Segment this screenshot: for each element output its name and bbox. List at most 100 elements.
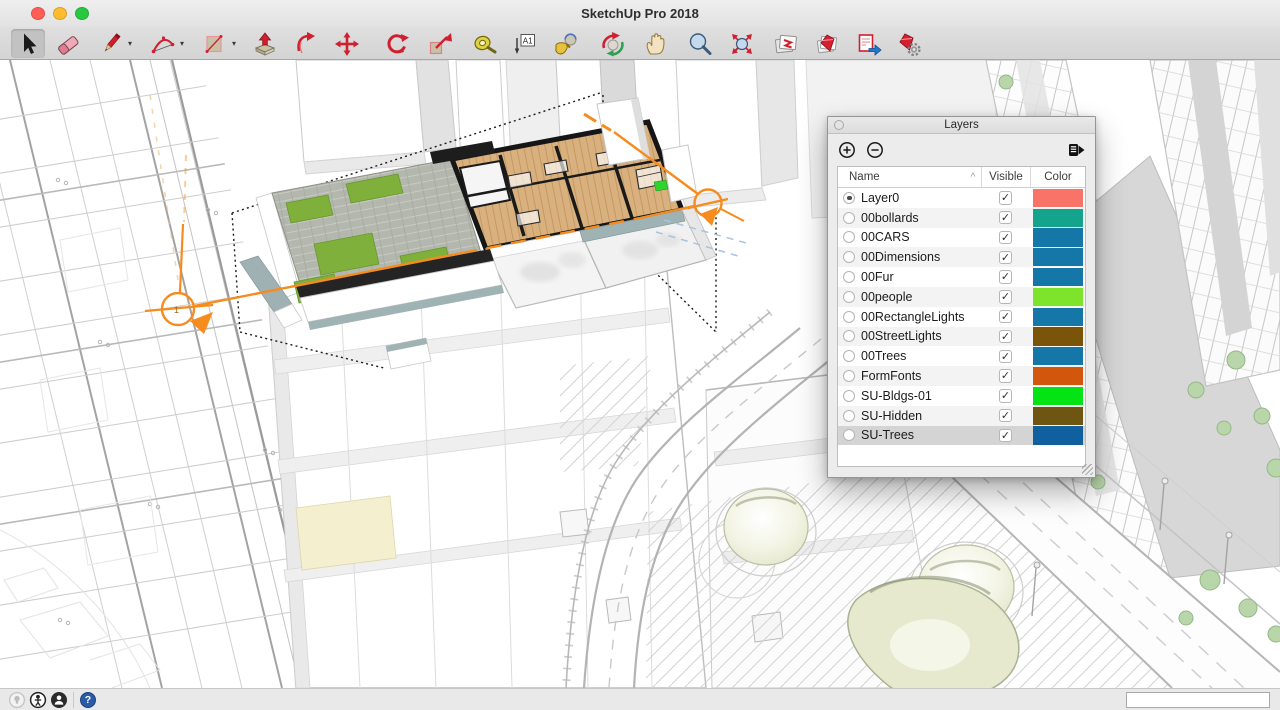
layer-visible-checkbox[interactable]: ✓ bbox=[999, 409, 1013, 423]
remove-layer-button[interactable] bbox=[866, 141, 884, 159]
layer-color-swatch[interactable] bbox=[1033, 387, 1083, 405]
tool-followme-button[interactable] bbox=[290, 29, 324, 58]
layer-row[interactable]: Layer0 ✓ bbox=[838, 188, 1085, 208]
layer-visible-checkbox[interactable]: ✓ bbox=[999, 191, 1013, 205]
dropdown-caret-icon[interactable]: ▾ bbox=[125, 39, 135, 48]
layer-name[interactable]: 00CARS bbox=[855, 230, 981, 244]
layer-color-swatch[interactable] bbox=[1033, 426, 1083, 444]
tool-extension-pages-button[interactable] bbox=[769, 29, 803, 58]
layer-row[interactable]: 00StreetLights✓ bbox=[838, 327, 1085, 347]
layer-active-radio[interactable] bbox=[843, 212, 855, 224]
layer-row[interactable]: 00Fur ✓ bbox=[838, 267, 1085, 287]
user-account-button[interactable] bbox=[50, 691, 68, 709]
layer-active-radio[interactable] bbox=[843, 410, 855, 422]
layer-visible-checkbox[interactable]: ✓ bbox=[999, 290, 1013, 304]
column-header-name[interactable]: Name bbox=[838, 167, 965, 187]
help-button[interactable]: ? bbox=[79, 691, 97, 709]
tool-scale-button[interactable] bbox=[423, 29, 457, 58]
tool-select-button[interactable] bbox=[11, 29, 45, 58]
layer-color-swatch[interactable] bbox=[1033, 367, 1083, 385]
layer-name[interactable]: 00Trees bbox=[855, 349, 981, 363]
layer-visible-checkbox[interactable]: ✓ bbox=[999, 270, 1013, 284]
layer-color-swatch[interactable] bbox=[1033, 327, 1083, 345]
add-layer-button[interactable] bbox=[838, 141, 856, 159]
layer-color-swatch[interactable] bbox=[1033, 228, 1083, 246]
layer-active-radio[interactable] bbox=[843, 271, 855, 283]
layer-row[interactable]: 00Dimensions✓ bbox=[838, 247, 1085, 267]
layer-name[interactable]: 00RectangleLights bbox=[855, 310, 981, 324]
tool-ruby-settings-button[interactable] bbox=[891, 29, 925, 58]
tool-extension-export-button[interactable] bbox=[852, 29, 886, 58]
tool-text-button[interactable]: A1 bbox=[507, 29, 541, 58]
tool-line-button[interactable] bbox=[94, 29, 128, 58]
layer-row[interactable]: 00RectangleLights ✓ bbox=[838, 307, 1085, 327]
layer-row[interactable]: 00people ✓ bbox=[838, 287, 1085, 307]
layer-active-radio[interactable] bbox=[843, 350, 855, 362]
layer-color-swatch[interactable] bbox=[1033, 189, 1083, 207]
tool-orbit-button[interactable] bbox=[596, 29, 630, 58]
layer-name[interactable]: 00Dimensions bbox=[855, 250, 981, 264]
layer-visible-checkbox[interactable]: ✓ bbox=[999, 369, 1013, 383]
tool-extension-gem-button[interactable] bbox=[810, 29, 844, 58]
layer-color-swatch[interactable] bbox=[1033, 209, 1083, 227]
layer-row[interactable]: FormFonts ✓ bbox=[838, 366, 1085, 386]
layer-name[interactable]: FormFonts bbox=[855, 369, 981, 383]
layer-name[interactable]: 00Fur bbox=[855, 270, 981, 284]
layer-color-swatch[interactable] bbox=[1033, 288, 1083, 306]
layer-visible-checkbox[interactable]: ✓ bbox=[999, 389, 1013, 403]
panel-resize-handle[interactable] bbox=[1082, 464, 1093, 475]
layer-visible-checkbox[interactable]: ✓ bbox=[999, 310, 1013, 324]
layer-name[interactable]: 00people bbox=[855, 290, 981, 304]
layer-active-radio[interactable] bbox=[843, 370, 855, 382]
layer-row[interactable]: 00bollards ✓ bbox=[838, 208, 1085, 228]
layer-active-radio[interactable] bbox=[843, 231, 855, 243]
dropdown-caret-icon[interactable]: ▾ bbox=[229, 39, 239, 48]
panel-close-button[interactable] bbox=[834, 120, 844, 130]
layer-visible-checkbox[interactable]: ✓ bbox=[999, 429, 1013, 443]
tool-paint-button[interactable] bbox=[549, 29, 583, 58]
layer-active-radio[interactable] bbox=[843, 291, 855, 303]
tool-eraser-button[interactable] bbox=[51, 29, 85, 58]
tool-rotate-button[interactable] bbox=[380, 29, 414, 58]
measurements-input[interactable] bbox=[1126, 692, 1270, 708]
layer-name[interactable]: Layer0 bbox=[855, 191, 981, 205]
dropdown-caret-icon[interactable]: ▾ bbox=[177, 39, 187, 48]
layer-visible-checkbox[interactable]: ✓ bbox=[999, 211, 1013, 225]
layer-active-radio[interactable] bbox=[843, 429, 855, 441]
layer-detail-menu-button[interactable] bbox=[1068, 143, 1085, 157]
tool-rectangle-button[interactable] bbox=[198, 29, 232, 58]
layer-active-radio[interactable] bbox=[843, 330, 855, 342]
layer-row[interactable]: SU-Trees ✓ bbox=[838, 426, 1085, 446]
layer-color-swatch[interactable] bbox=[1033, 347, 1083, 365]
tool-move-button[interactable] bbox=[330, 29, 364, 58]
tool-zoom-button[interactable] bbox=[683, 29, 717, 58]
layer-row[interactable]: SU-Bldgs-01 ✓ bbox=[838, 386, 1085, 406]
layer-row[interactable]: 00Trees ✓ bbox=[838, 346, 1085, 366]
tool-zoom-extents-button[interactable] bbox=[725, 29, 759, 58]
layer-name[interactable]: SU-Hidden bbox=[855, 409, 981, 423]
tool-arc-button[interactable] bbox=[146, 29, 180, 58]
layer-color-swatch[interactable] bbox=[1033, 248, 1083, 266]
layer-color-swatch[interactable] bbox=[1033, 407, 1083, 425]
tool-pan-button[interactable] bbox=[639, 29, 673, 58]
layer-name[interactable]: 00bollards bbox=[855, 211, 981, 225]
tool-tape-button[interactable] bbox=[468, 29, 502, 58]
layer-active-radio[interactable] bbox=[843, 390, 855, 402]
layer-name[interactable]: SU-Trees bbox=[855, 428, 981, 442]
layer-active-radio[interactable] bbox=[843, 251, 855, 263]
layer-row[interactable]: SU-Hidden ✓ bbox=[838, 406, 1085, 426]
layers-panel-titlebar[interactable]: Layers bbox=[828, 117, 1095, 134]
layer-visible-checkbox[interactable]: ✓ bbox=[999, 231, 1013, 245]
layer-name[interactable]: SU-Bldgs-01 bbox=[855, 389, 981, 403]
layer-active-radio[interactable] bbox=[843, 192, 855, 204]
tool-pushpull-button[interactable] bbox=[248, 29, 282, 58]
layer-color-swatch[interactable] bbox=[1033, 268, 1083, 286]
layer-name[interactable]: 00StreetLights bbox=[855, 329, 981, 343]
layer-row[interactable]: 00CARS ✓ bbox=[838, 228, 1085, 248]
instructor-button[interactable] bbox=[29, 691, 47, 709]
layer-visible-checkbox[interactable]: ✓ bbox=[999, 350, 1013, 364]
column-header-color[interactable]: Color bbox=[1030, 167, 1085, 187]
layer-color-swatch[interactable] bbox=[1033, 308, 1083, 326]
geolocation-button[interactable] bbox=[8, 691, 26, 709]
column-header-visible[interactable]: Visible bbox=[981, 167, 1030, 187]
